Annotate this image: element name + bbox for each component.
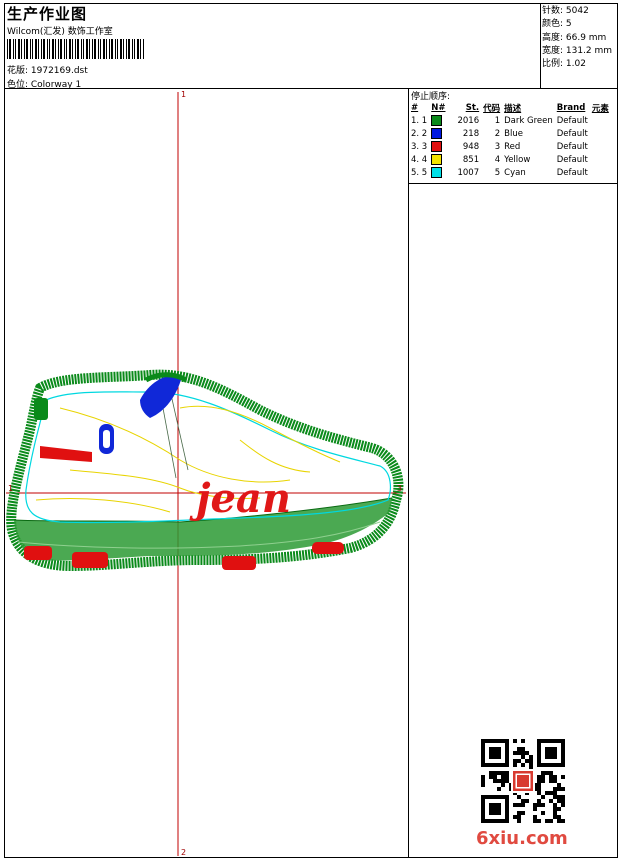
stitch-count: 针数: 5042 xyxy=(542,6,589,16)
design-scale: 比例: 1.02 xyxy=(542,59,586,70)
color-row: 2. 2 218 2 Blue Default xyxy=(409,127,611,140)
panel-table-bottom xyxy=(408,183,618,184)
studio-subtitle: Wilcom(汇发) 数饰工作室 xyxy=(7,27,113,37)
axis-label-right: 3 xyxy=(397,484,402,493)
sole-pad-3 xyxy=(222,556,256,570)
row-index: 2. 2 xyxy=(411,128,428,139)
row-stitches: 948 xyxy=(462,141,480,152)
heel-tab-inner xyxy=(103,430,110,448)
row-element xyxy=(590,140,611,153)
row-code: 1 xyxy=(494,115,501,126)
watermark: 6xiu.com xyxy=(476,828,568,849)
design-stats: 针数: 5042 颜色: 5 高度: 66.9 mm 宽度: 131.2 mm … xyxy=(542,5,612,71)
panel-divider xyxy=(408,88,409,858)
header-element: 元素 xyxy=(591,103,609,114)
header-brand: Brand xyxy=(556,102,586,113)
stats-divider xyxy=(540,3,541,88)
header: 生产作业图 Wilcom(汇发) 数饰工作室 花版: 1972169.dst 色… xyxy=(4,3,540,90)
row-brand: Default xyxy=(556,154,588,165)
row-brand: Default xyxy=(556,128,588,139)
color-swatch xyxy=(431,154,443,165)
row-index: 4. 4 xyxy=(411,154,428,165)
row-element xyxy=(590,166,611,179)
color-table-header: # N# St. 代码 描述 Brand 元素 xyxy=(409,101,611,114)
row-description: Cyan xyxy=(504,167,526,178)
upper-yellow-line-5 xyxy=(239,439,311,473)
row-element xyxy=(590,127,611,140)
row-swatch xyxy=(429,114,455,127)
sole-pad-2 xyxy=(72,552,108,568)
tongue-patch xyxy=(140,375,182,418)
color-swatch xyxy=(431,141,443,152)
color-count: 颜色: 5 xyxy=(542,19,572,30)
row-stitches: 2016 xyxy=(457,115,480,126)
upper-yellow-line-4 xyxy=(35,498,171,513)
row-index: 3. 3 xyxy=(411,141,428,152)
barcode xyxy=(7,39,144,59)
embroidery-canvas: jean 1 1 2 3 xyxy=(6,90,406,857)
row-index: 1. 1 xyxy=(411,115,428,126)
header-code: 代码 xyxy=(483,103,501,114)
row-element xyxy=(590,153,611,166)
sole-pad-1 xyxy=(24,546,52,560)
header-stitches: St. xyxy=(465,102,480,113)
row-description: Dark Green xyxy=(504,115,553,126)
row-swatch xyxy=(429,153,455,166)
design-height: 高度: 66.9 mm xyxy=(542,32,607,43)
strap-red xyxy=(40,446,92,462)
row-brand: Default xyxy=(556,115,588,126)
design-file-label: 花版: 1972169.dst xyxy=(7,66,88,76)
design-width: 宽度: 131.2 mm xyxy=(542,45,613,56)
design-text-jean: jean xyxy=(189,475,291,522)
row-code: 4 xyxy=(494,154,501,165)
color-row: 3. 3 948 3 Red Default xyxy=(409,140,611,153)
color-swatch xyxy=(431,167,443,178)
row-code: 2 xyxy=(494,128,501,139)
row-stitches: 1007 xyxy=(457,167,480,178)
header-number: N# xyxy=(431,102,446,113)
heel-block xyxy=(34,398,48,420)
color-swatch xyxy=(431,115,443,126)
row-description: Red xyxy=(504,141,521,152)
row-swatch xyxy=(429,140,455,153)
color-row: 4. 4 851 4 Yellow Default xyxy=(409,153,611,166)
row-brand: Default xyxy=(556,141,588,152)
row-brand: Default xyxy=(556,167,588,178)
row-stitches: 218 xyxy=(462,128,480,139)
row-element xyxy=(590,114,611,127)
axis-label-top: 1 xyxy=(181,90,186,99)
row-description: Blue xyxy=(504,128,523,139)
row-code: 5 xyxy=(494,167,501,178)
row-description: Yellow xyxy=(504,154,531,165)
sole-pad-4 xyxy=(312,542,344,554)
row-swatch xyxy=(429,166,455,179)
axis-label-left: 1 xyxy=(8,484,13,493)
row-swatch xyxy=(429,127,455,140)
page-title: 生产作业图 xyxy=(7,5,88,23)
color-row: 5. 5 1007 5 Cyan Default xyxy=(409,166,611,179)
header-description: 描述 xyxy=(504,103,522,114)
qr-code xyxy=(481,739,565,823)
color-table: # N# St. 代码 描述 Brand 元素 1. 1 2016 1 Dark Gr… xyxy=(409,101,611,179)
axis-label-bottom: 2 xyxy=(181,848,186,857)
color-swatch xyxy=(431,128,443,139)
color-row: 1. 1 2016 1 Dark Green Default xyxy=(409,114,611,127)
row-index: 5. 5 xyxy=(411,167,428,178)
header-hash: # xyxy=(411,102,419,113)
row-code: 3 xyxy=(494,141,501,152)
row-stitches: 851 xyxy=(462,154,480,165)
